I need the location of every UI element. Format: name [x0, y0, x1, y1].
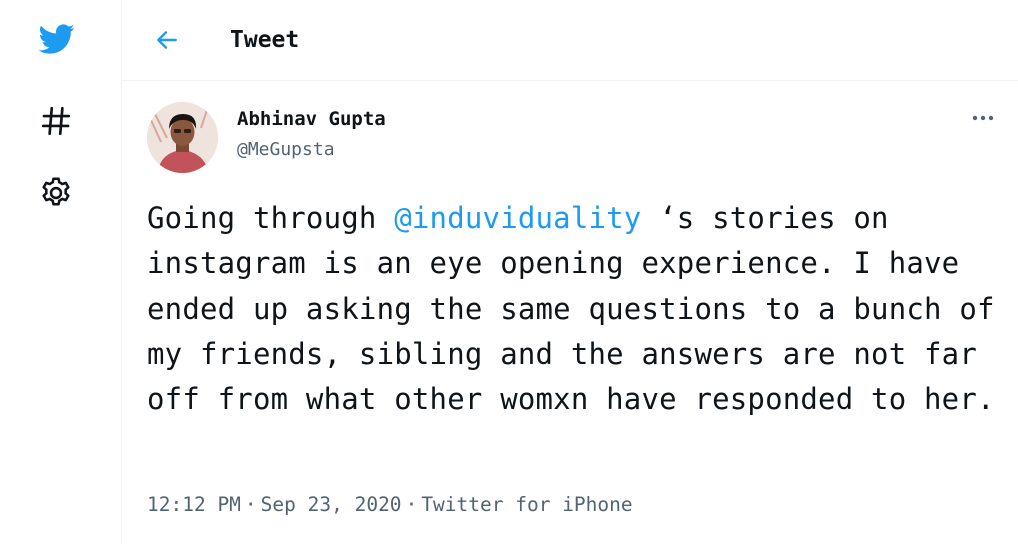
- main-column: Tweet Abhinav Gupta @MeGupsta Going thro…: [122, 0, 1018, 544]
- avatar[interactable]: [147, 102, 218, 173]
- page-title: Tweet: [230, 27, 300, 53]
- tweet-time-link[interactable]: 12:12 PM: [147, 493, 241, 516]
- author-handle[interactable]: @MeGupsta: [237, 138, 335, 162]
- tweet-text-part: Going through: [147, 201, 395, 235]
- arrow-left-icon: [157, 31, 177, 49]
- hashtag-icon: [41, 106, 71, 136]
- tweet-date-link[interactable]: Sep 23, 2020: [261, 493, 402, 516]
- mention-link[interactable]: @induviduality: [394, 201, 641, 235]
- tweet-metadata: 12:12 PM · Sep 23, 2020 · Twitter for iPhone: [147, 493, 633, 517]
- page-header: Tweet: [122, 0, 1018, 81]
- home-logo-link[interactable]: [31, 14, 81, 64]
- user-photo: [147, 102, 218, 173]
- app: Tweet Abhinav Gupta @MeGupsta Going thro…: [0, 0, 1018, 544]
- twitter-bird-icon: [38, 24, 75, 54]
- more-options-button[interactable]: [965, 105, 1001, 131]
- back-button[interactable]: [147, 20, 187, 60]
- tweet-text: Going through @induviduality ‘s stories …: [147, 196, 997, 422]
- nav-rail: [0, 0, 122, 544]
- gear-icon: [42, 177, 70, 206]
- tweet-source-link[interactable]: Twitter for iPhone: [421, 493, 632, 516]
- separator: ·: [244, 493, 257, 516]
- explore-link[interactable]: [31, 96, 81, 146]
- settings-link[interactable]: [31, 168, 81, 218]
- author-name[interactable]: Abhinav Gupta: [237, 107, 386, 131]
- more-dots-icon: [972, 115, 994, 121]
- separator: ·: [405, 493, 418, 516]
